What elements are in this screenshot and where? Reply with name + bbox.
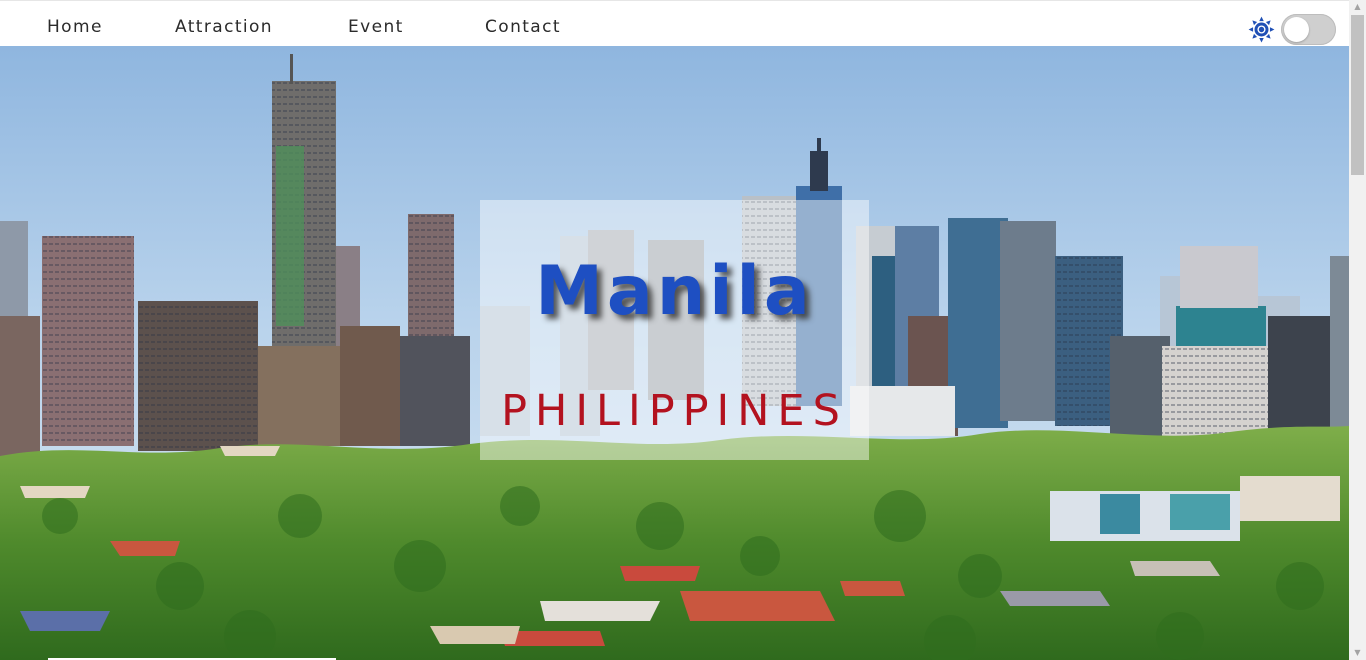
vertical-scrollbar[interactable]: ▲ ▼ — [1349, 0, 1366, 660]
nav-link-home[interactable]: Home — [47, 17, 103, 37]
country-title: PHILIPPINES — [501, 386, 848, 436]
city-title: Manila — [535, 252, 814, 331]
page: Home Attraction Event Contact Manila PHI… — [0, 0, 1366, 660]
scrollbar-thumb[interactable] — [1351, 15, 1364, 175]
nav-link-event[interactable]: Event — [348, 17, 404, 37]
navbar: Home Attraction Event Contact — [0, 0, 1349, 46]
title-card: Manila PHILIPPINES — [480, 200, 869, 460]
chevron-down-icon[interactable]: ▼ — [1349, 646, 1366, 660]
toggle-knob — [1284, 17, 1309, 42]
nav-link-contact[interactable]: Contact — [485, 17, 561, 37]
sun-icon — [1248, 16, 1275, 43]
hero-section: Manila PHILIPPINES — [0, 46, 1349, 660]
theme-toggle[interactable] — [1281, 14, 1336, 45]
nav-link-attraction[interactable]: Attraction — [175, 17, 273, 37]
chevron-up-icon[interactable]: ▲ — [1349, 0, 1366, 14]
